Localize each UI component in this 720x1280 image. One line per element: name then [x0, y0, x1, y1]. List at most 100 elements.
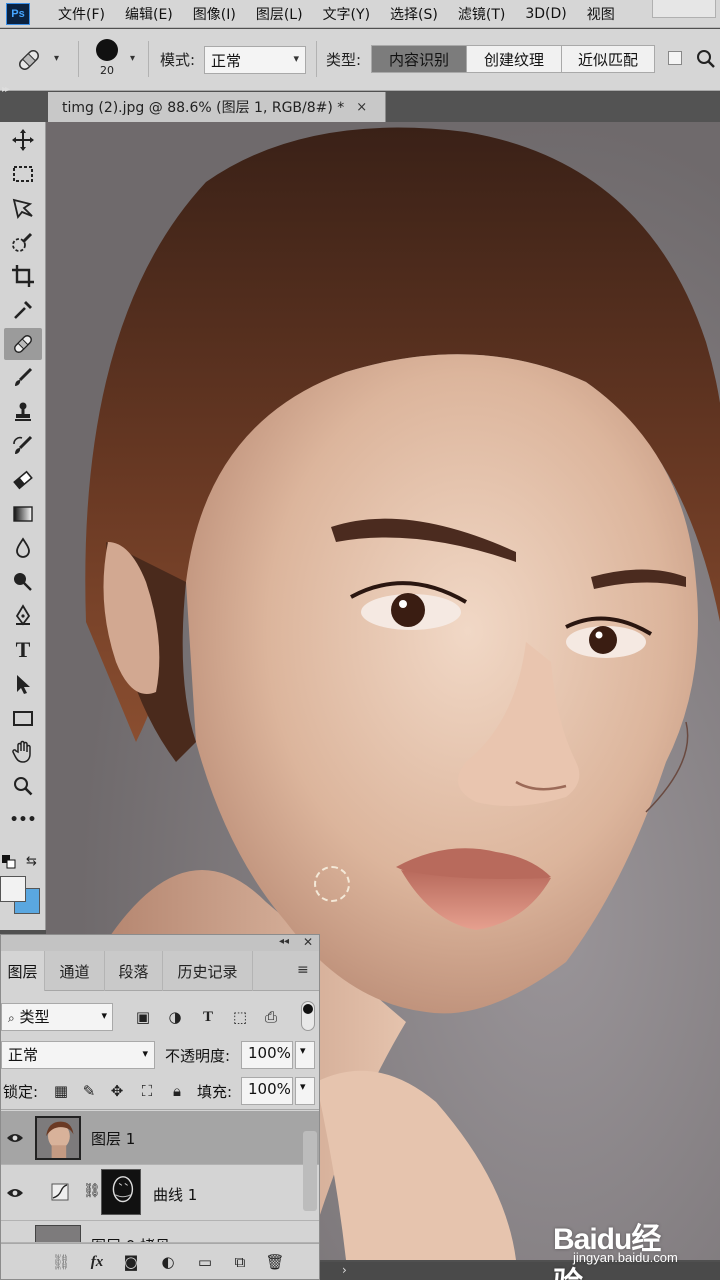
window-minimize-button[interactable]	[652, 0, 716, 18]
lock-transparent-icon[interactable]: ▦	[49, 1079, 73, 1103]
menu-3d[interactable]: 3D(D)	[515, 6, 576, 22]
type-proximity-match-button[interactable]: 近似匹配	[561, 45, 655, 73]
pen-icon	[15, 604, 31, 626]
layer-row-selected[interactable]: 图层 1	[1, 1111, 319, 1165]
brush-preview-icon[interactable]	[96, 39, 118, 61]
trash-icon[interactable]: 🗑︎	[263, 1250, 287, 1274]
dodge-tool[interactable]	[4, 566, 42, 598]
fill-label: 填充:	[197, 1083, 233, 1101]
layer-row[interactable]: ⛓ 曲线 1	[1, 1165, 319, 1221]
close-icon[interactable]: ✕	[303, 935, 313, 949]
chevron-down-icon[interactable]: ▾	[295, 1041, 315, 1069]
swap-colors-icon[interactable]: ⇆	[26, 854, 37, 869]
lock-position-icon[interactable]: ✥	[105, 1079, 129, 1103]
panel-tabs: 图层 通道 段落 历史记录 ≡	[1, 951, 319, 991]
layers-scrollbar[interactable]	[303, 1131, 317, 1211]
mode-label: 模式:	[160, 51, 196, 69]
menu-layer[interactable]: 图层(L)	[246, 4, 313, 24]
rectangle-tool[interactable]	[4, 702, 42, 734]
scroll-arrow-icon[interactable]: ›	[342, 1263, 347, 1277]
sample-all-layers-checkbox[interactable]	[668, 51, 682, 65]
close-icon[interactable]: ×	[356, 100, 367, 115]
layer-mask-thumbnail[interactable]	[101, 1169, 141, 1215]
image-filter-icon[interactable]: ▣	[131, 1005, 155, 1029]
folder-icon[interactable]: ▭	[193, 1250, 217, 1274]
crop-tool[interactable]	[4, 260, 42, 292]
menu-select[interactable]: 选择(S)	[380, 4, 448, 24]
eraser-tool[interactable]	[4, 464, 42, 496]
blur-tool[interactable]	[4, 532, 42, 564]
brush-tool[interactable]	[4, 362, 42, 394]
collapse-panel-icon[interactable]: ◂◂	[279, 936, 289, 947]
menu-type[interactable]: 文字(Y)	[313, 4, 380, 24]
text-filter-icon[interactable]: T	[196, 1005, 220, 1029]
lock-label: 锁定:	[3, 1083, 39, 1101]
eye-icon[interactable]	[6, 1132, 24, 1144]
adjustment-layer-icon[interactable]: ◐	[156, 1250, 180, 1274]
layer-thumbnail	[35, 1116, 81, 1160]
menu-image[interactable]: 图像(I)	[183, 4, 246, 24]
hand-tool[interactable]	[4, 736, 42, 768]
adjustment-filter-icon[interactable]: ◑	[163, 1005, 187, 1029]
default-colors-icon[interactable]	[2, 854, 16, 869]
type-tool[interactable]: T	[4, 634, 42, 666]
opacity-input[interactable]: 100%	[241, 1041, 293, 1069]
pen-tool[interactable]	[4, 600, 42, 632]
menu-file[interactable]: 文件(F)	[48, 4, 115, 24]
gradient-tool[interactable]	[4, 498, 42, 530]
lock-pixels-icon[interactable]: ✎	[77, 1079, 101, 1103]
lock-artboard-icon[interactable]: ⛶	[135, 1079, 159, 1103]
fx-icon[interactable]: fx	[85, 1250, 109, 1274]
layer-filter-select[interactable]: ⌕ 类型 ▾	[1, 1003, 113, 1031]
shape-filter-icon[interactable]: ⬚	[228, 1005, 252, 1029]
clone-stamp-tool[interactable]	[4, 396, 42, 428]
document-tab[interactable]: timg (2).jpg @ 88.6% (图层 1, RGB/8#) * ×	[48, 92, 386, 122]
foreground-color-swatch[interactable]	[0, 876, 26, 902]
quick-select-tool[interactable]	[4, 226, 42, 258]
move-tool[interactable]	[4, 124, 42, 156]
path-select-tool[interactable]	[4, 668, 42, 700]
type-create-texture-button[interactable]: 创建纹理	[466, 45, 562, 73]
tab-channels[interactable]: 通道	[45, 951, 105, 991]
tab-history[interactable]: 历史记录	[163, 951, 253, 991]
search-icon[interactable]	[694, 47, 718, 71]
link-layers-icon[interactable]: ⛓	[49, 1250, 73, 1274]
tool-preset-picker[interactable]	[14, 45, 44, 75]
tab-paragraph[interactable]: 段落	[105, 951, 163, 991]
dodge-icon	[14, 573, 32, 591]
lock-all-icon[interactable]: 🔒︎	[165, 1079, 189, 1103]
add-mask-icon[interactable]: ◙	[119, 1250, 143, 1274]
filter-toggle[interactable]	[301, 1001, 315, 1031]
tab-layers[interactable]: 图层	[1, 951, 45, 991]
fill-input[interactable]: 100%	[241, 1077, 293, 1105]
history-brush-tool[interactable]	[4, 430, 42, 462]
menu-filter[interactable]: 滤镜(T)	[448, 4, 515, 24]
arrow-cursor-icon	[17, 675, 30, 694]
eyedropper-tool[interactable]	[4, 294, 42, 326]
layer-row[interactable]: 图层 0 拷贝	[1, 1221, 319, 1243]
smart-object-filter-icon[interactable]: ⎙	[259, 1005, 283, 1029]
more-tools-button[interactable]: •••	[4, 804, 42, 836]
new-layer-icon[interactable]: ⧉	[228, 1250, 252, 1274]
watermark-brand: Baidu经验	[553, 1223, 661, 1280]
quick-select-icon	[12, 232, 33, 252]
menu-edit[interactable]: 编辑(E)	[115, 4, 183, 24]
eye-icon[interactable]	[6, 1187, 24, 1199]
lasso-tool[interactable]	[4, 192, 42, 224]
layers-panel-footer: ⛓ fx ◙ ◐ ▭ ⧉ 🗑︎	[1, 1243, 319, 1279]
layer-filter-value: 类型	[19, 1008, 50, 1026]
zoom-tool[interactable]	[4, 770, 42, 802]
chevron-down-icon[interactable]: ▾	[295, 1077, 315, 1105]
blend-mode-select[interactable]: 正常 ▾	[1, 1041, 155, 1069]
type-content-aware-button[interactable]: 内容识别	[371, 45, 467, 73]
menu-view[interactable]: 视图	[577, 4, 625, 24]
chevron-down-icon[interactable]: ▾	[130, 53, 135, 64]
mode-select[interactable]: 正常 ▾	[204, 46, 306, 74]
collapse-arrows-icon[interactable]: ▸▸	[2, 84, 10, 95]
type-icon: T	[15, 637, 31, 662]
panel-menu-icon[interactable]: ≡	[297, 962, 309, 978]
spot-healing-tool[interactable]	[4, 328, 42, 360]
chevron-down-icon[interactable]: ▾	[54, 53, 59, 64]
healing-bandage-icon	[19, 50, 39, 70]
marquee-tool[interactable]	[4, 158, 42, 190]
